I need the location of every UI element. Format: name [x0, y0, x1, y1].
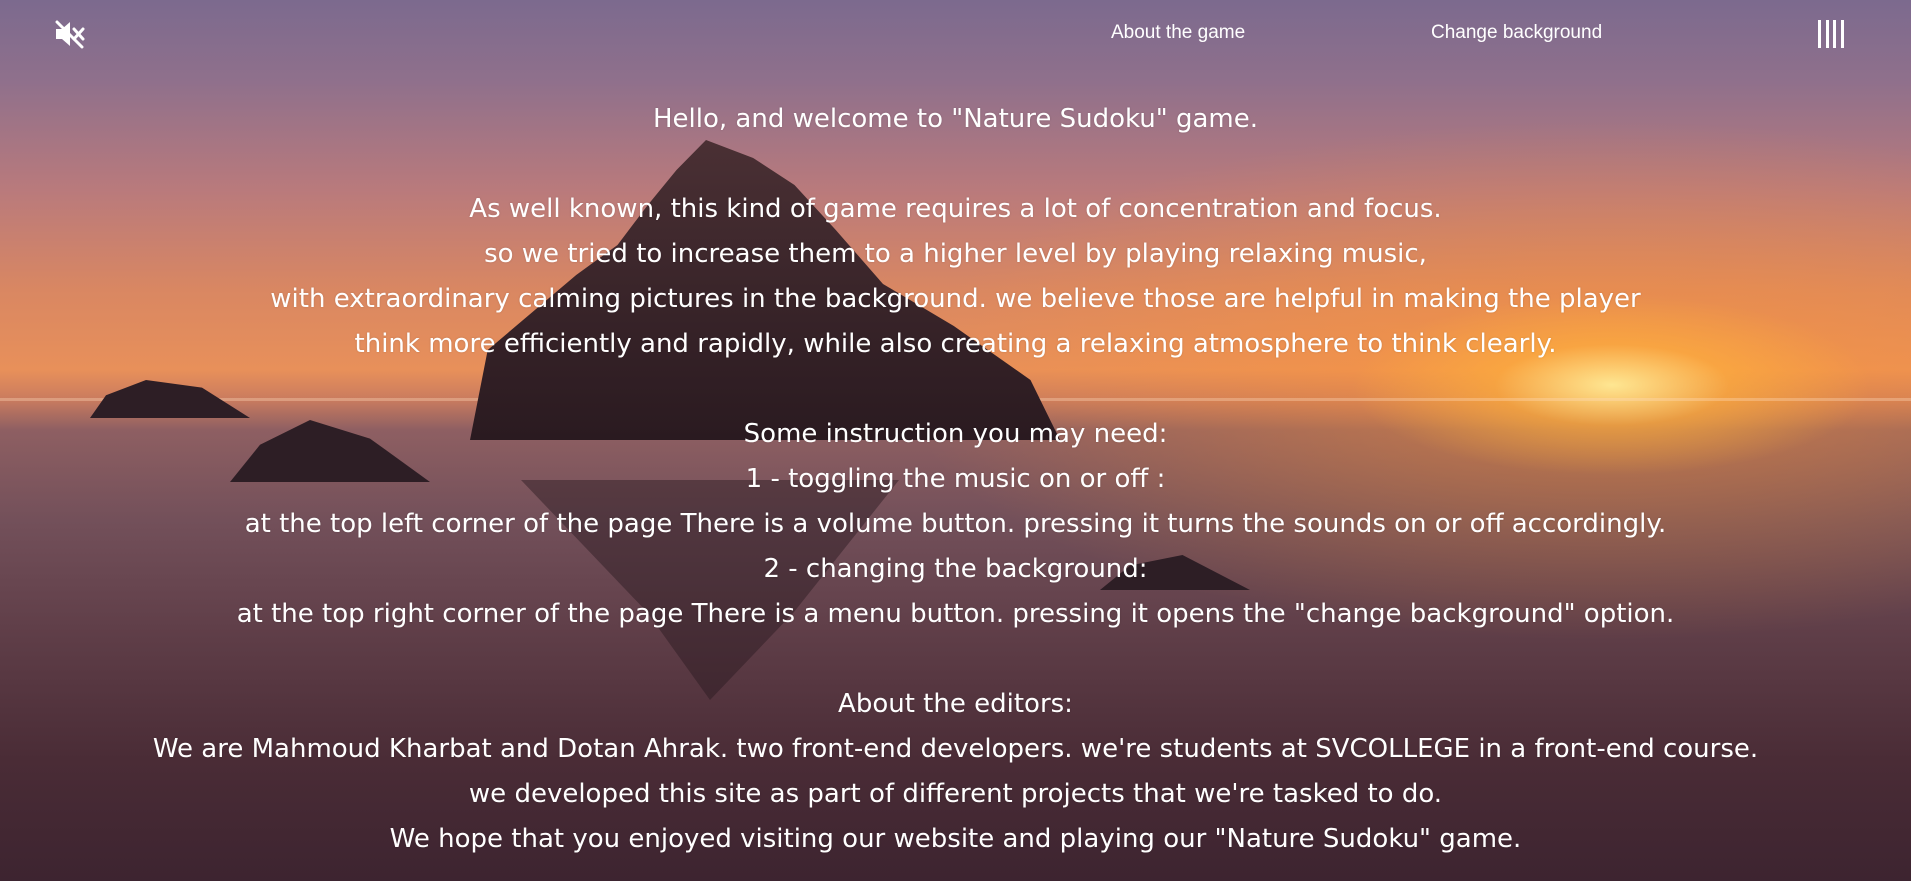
- menu-bar: [1825, 20, 1829, 48]
- editors-line: We hope that you enjoyed visiting our we…: [389, 824, 1522, 854]
- instruction-line: 2 - changing the background:: [763, 554, 1148, 584]
- menu-button[interactable]: [1818, 20, 1844, 48]
- editors-line: We are Mahmoud Kharbat and Dotan Ahrak. …: [152, 734, 1759, 764]
- intro-line: As well known, this kind of game require…: [469, 194, 1442, 224]
- instruction-line: 1 - toggling the music on or off :: [745, 464, 1166, 494]
- change-background-link[interactable]: Change background: [1431, 22, 1602, 44]
- instruction-line: at the top right corner of the page Ther…: [236, 599, 1675, 629]
- menu-bar: [1833, 20, 1837, 48]
- menu-bars-icon: [1818, 20, 1821, 48]
- editors-title: About the editors:: [838, 689, 1073, 719]
- instructions-title: Some instruction you may need:: [743, 419, 1168, 449]
- volume-muted-icon: [55, 20, 85, 49]
- volume-toggle-button[interactable]: [52, 16, 88, 52]
- intro-line: think more efficiently and rapidly, whil…: [354, 329, 1557, 359]
- editors-line: we developed this site as part of differ…: [468, 779, 1443, 809]
- welcome-heading: Hello, and welcome to "Nature Sudoku" ga…: [652, 104, 1259, 134]
- menu-bar: [1840, 20, 1844, 48]
- about-the-game-link[interactable]: About the game: [1111, 22, 1245, 44]
- intro-line: with extraordinary calming pictures in t…: [270, 284, 1641, 314]
- intro-line: so we tried to increase them to a higher…: [484, 239, 1427, 269]
- instruction-line: at the top left corner of the page There…: [244, 509, 1667, 539]
- about-text-block: Hello, and welcome to "Nature Sudoku" ga…: [0, 97, 1911, 862]
